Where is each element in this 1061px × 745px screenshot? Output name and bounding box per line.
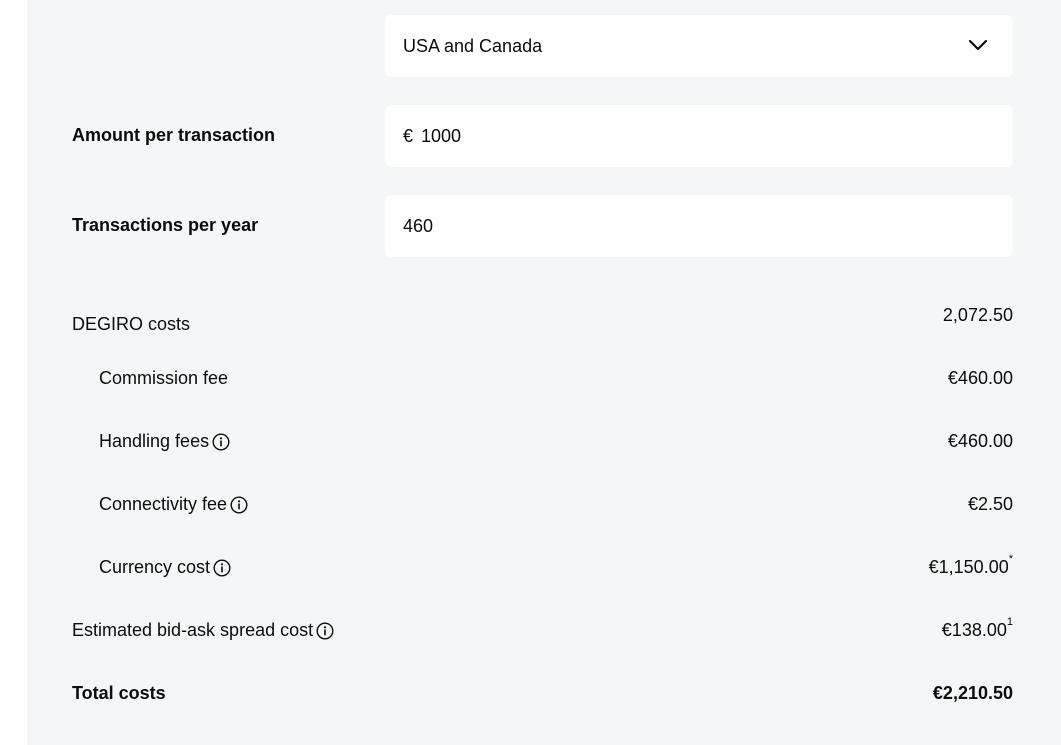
currency-cost-footnote: * bbox=[1008, 553, 1013, 565]
currency-symbol: € bbox=[403, 125, 414, 146]
connectivity-fee-label: Connectivity fee bbox=[99, 494, 248, 515]
bid-ask-spread-amount: €138.00 bbox=[941, 620, 1007, 640]
amount-per-transaction-label: Amount per transaction bbox=[72, 125, 276, 145]
commission-fee-value: €460.00 bbox=[947, 368, 1013, 388]
total-costs-label-text: Total costs bbox=[72, 683, 166, 703]
bid-ask-spread-footnote: 1 bbox=[1006, 616, 1013, 628]
region-select[interactable]: USA and Canada bbox=[385, 15, 1013, 77]
amount-value: 1000 bbox=[421, 125, 462, 146]
info-icon[interactable] bbox=[230, 495, 248, 514]
bid-ask-spread-label-text: Estimated bid-ask spread cost bbox=[72, 620, 314, 640]
currency-cost-label: Currency cost bbox=[99, 557, 231, 578]
commission-fee-label-text: Commission fee bbox=[99, 368, 229, 388]
info-icon[interactable] bbox=[212, 432, 230, 451]
transactions-per-year-input[interactable]: 460 bbox=[385, 195, 1013, 257]
currency-cost-value: €1,150.00* bbox=[928, 553, 1013, 578]
bid-ask-spread-label: Estimated bid-ask spread cost bbox=[72, 620, 334, 641]
degiro-costs-label-text: DEGIRO costs bbox=[72, 314, 191, 334]
connectivity-fee-value: €2.50 bbox=[967, 494, 1013, 514]
commission-fee-label: Commission fee bbox=[99, 368, 228, 389]
total-costs-label: Total costs bbox=[72, 683, 166, 704]
bid-ask-spread-value: €138.001 bbox=[941, 616, 1013, 641]
total-costs-value: €2,210.50 bbox=[932, 683, 1013, 703]
handling-fees-label-text: Handling fees bbox=[99, 431, 210, 451]
info-icon[interactable] bbox=[316, 621, 334, 640]
amount-per-transaction-input[interactable]: € 1000 bbox=[385, 105, 1013, 167]
transactions-value: 460 bbox=[403, 215, 434, 236]
currency-cost-label-text: Currency cost bbox=[99, 557, 211, 577]
degiro-costs-label: DEGIRO costs bbox=[72, 314, 190, 335]
handling-fees-label: Handling fees bbox=[99, 431, 230, 452]
chevron-down-icon bbox=[968, 39, 988, 51]
degiro-costs-value: 2,072.50 bbox=[942, 305, 1013, 325]
info-icon[interactable] bbox=[213, 558, 231, 577]
transactions-per-year-label: Transactions per year bbox=[72, 215, 259, 235]
handling-fees-value: €460.00 bbox=[947, 431, 1013, 451]
region-select-value: USA and Canada bbox=[403, 35, 543, 56]
currency-cost-amount: €1,150.00 bbox=[928, 557, 1009, 577]
connectivity-fee-label-text: Connectivity fee bbox=[99, 494, 228, 514]
